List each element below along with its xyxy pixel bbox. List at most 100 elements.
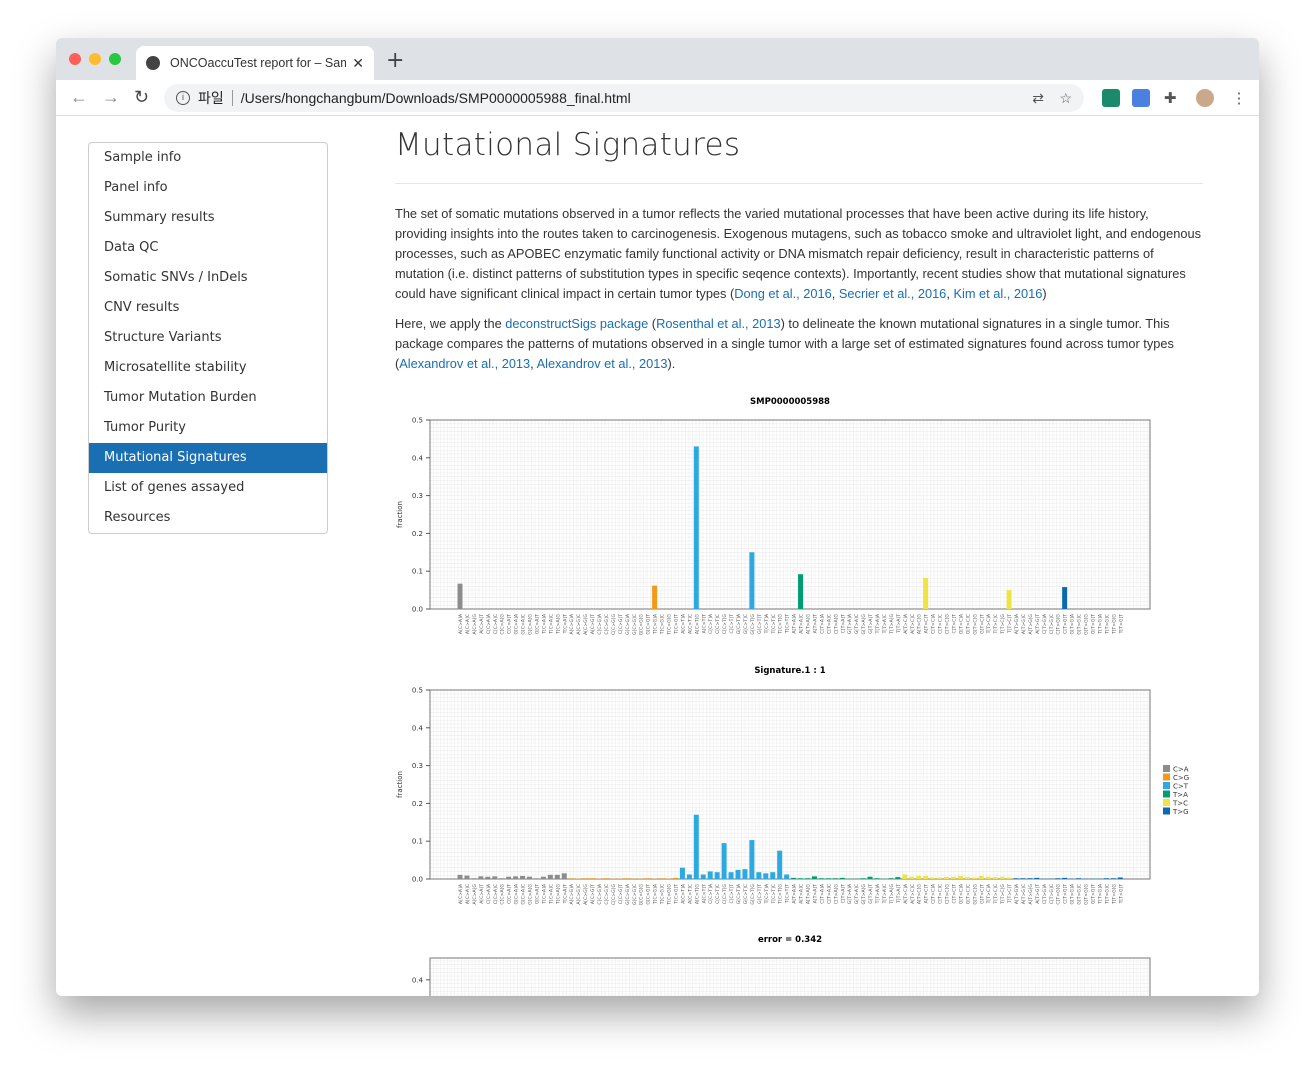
info-icon[interactable]: i — [176, 91, 190, 105]
x-tick-label: T[C>A]G — [555, 884, 561, 906]
x-tick-label: G[C>T]A — [736, 613, 742, 634]
bar — [867, 876, 873, 879]
translate-icon[interactable]: ⇄ — [1032, 90, 1044, 107]
minimize-window-button[interactable] — [89, 53, 101, 65]
bar — [916, 875, 922, 879]
sidebar-item-summary-results[interactable]: Summary results — [89, 203, 327, 233]
x-tick-label: A[T>C]T — [924, 614, 930, 634]
x-tick-label: T[T>G]T — [1118, 614, 1124, 635]
main-content: Mutational Signatures The set of somatic… — [395, 117, 1203, 996]
bar — [457, 874, 463, 879]
tab-title: ONCOaccuTest report for – Sam — [170, 56, 347, 70]
star-icon[interactable]: ☆ — [1059, 90, 1072, 107]
bar — [464, 875, 470, 879]
x-tick-label: A[T>C]T — [924, 884, 930, 904]
sidebar-item-sample-info[interactable]: Sample info — [89, 143, 327, 173]
sidebar-item-mutational-signatures[interactable]: Mutational Signatures — [89, 443, 327, 473]
sidebar-item-cnv-results[interactable]: CNV results — [89, 293, 327, 323]
browser-tab[interactable]: ONCOaccuTest report for – Sam ✕ — [136, 46, 374, 80]
legend-swatch — [1163, 765, 1170, 772]
x-tick-label: G[C>T]A — [736, 883, 742, 904]
menu-icon[interactable]: ⋮ — [1230, 89, 1248, 107]
x-tick-label: A[C>G]T — [590, 614, 596, 634]
x-tick-label: T[T>A]T — [896, 614, 902, 634]
citation-link[interactable]: Secrier et al., 2016 — [839, 286, 946, 301]
x-tick-label: C[T>G]G — [1056, 614, 1062, 635]
puzzle-icon[interactable]: ✚ — [1164, 89, 1182, 107]
x-tick-label: A[T>A]T — [812, 614, 818, 634]
x-tick-label: G[C>T]C — [743, 884, 749, 904]
avatar[interactable] — [1196, 89, 1214, 107]
x-tick-label: C[C>G]T — [618, 884, 624, 904]
sidebar-item-list-of-genes-assayed[interactable]: List of genes assayed — [89, 473, 327, 503]
x-tick-label: T[T>A]A — [875, 613, 881, 634]
page-content: Sample info Panel info Summary results Data… — [56, 117, 1259, 996]
close-tab-icon[interactable]: ✕ — [352, 55, 364, 72]
citation-link[interactable]: Alexandrov et al., 2013 — [537, 356, 668, 371]
bar — [742, 869, 748, 879]
extension-icon[interactable] — [1102, 89, 1120, 107]
x-tick-label: T[C>T]C — [771, 884, 777, 904]
url-scheme-label: 파일 — [198, 90, 224, 106]
y-tick-label: 0.2 — [412, 800, 423, 808]
sidebar-item-tumor-mutation-burden[interactable]: Tumor Mutation Burden — [89, 383, 327, 413]
x-tick-label: T[T>G]A — [1097, 883, 1103, 905]
bar — [520, 875, 526, 879]
x-tick-label: G[C>G]C — [632, 614, 638, 635]
x-tick-label: T[C>A]C — [548, 884, 554, 905]
x-tick-label: G[T>G]A — [1070, 883, 1076, 904]
citation-link[interactable]: Alexandrov et al., 2013 — [399, 356, 530, 371]
bar — [749, 840, 755, 879]
sidebar-item-microsatellite-stability[interactable]: Microsatellite stability — [89, 353, 327, 383]
bar — [818, 878, 824, 879]
x-tick-label: A[C>T]G — [694, 884, 700, 905]
forward-icon[interactable]: → — [102, 87, 120, 108]
x-tick-label: C[T>A]C — [826, 884, 832, 904]
sidebar-item-data-qc[interactable]: Data QC — [89, 233, 327, 263]
citation-link[interactable]: Kim et al., 2016 — [953, 286, 1042, 301]
citation-link[interactable]: Rosenthal et al., 2013 — [656, 316, 781, 331]
sidebar-item-somatic-snvs-indels[interactable]: Somatic SNVs / InDels — [89, 263, 327, 293]
legend-swatch — [1163, 790, 1170, 798]
x-tick-label: A[T>G]C — [1021, 614, 1027, 634]
citation-link[interactable]: Dong et al., 2016 — [734, 286, 831, 301]
x-tick-label: G[C>G]G — [639, 614, 645, 636]
x-tick-label: C[C>G]A — [597, 613, 603, 634]
x-tick-label: A[T>A]A — [792, 613, 798, 634]
x-tick-label: A[C>A]T — [479, 614, 485, 634]
sidebar-item-panel-info[interactable]: Panel info — [89, 173, 327, 203]
x-tick-label: C[C>T]G — [722, 884, 728, 905]
y-tick-label: 0.3 — [412, 492, 423, 500]
sidebar-item-structure-variants[interactable]: Structure Variants — [89, 323, 327, 353]
bar — [672, 877, 678, 879]
citation-link[interactable]: deconstructSigs package — [505, 316, 648, 331]
x-tick-label: G[C>G]A — [625, 883, 631, 905]
google-translate-icon[interactable] — [1132, 89, 1150, 107]
sidebar-item-tumor-purity[interactable]: Tumor Purity — [89, 413, 327, 443]
maximize-window-button[interactable] — [109, 53, 121, 65]
x-tick-label: G[T>G]T — [1090, 884, 1096, 904]
x-tick-label: G[T>A]C — [854, 884, 860, 904]
x-tick-label: A[C>T]A — [680, 883, 686, 904]
bar — [985, 876, 991, 879]
x-tick-label: G[T>C]G — [972, 614, 978, 635]
new-tab-button[interactable]: + — [386, 48, 404, 73]
x-tick-label: T[C>G]T — [673, 884, 679, 905]
url-bar[interactable]: i 파일 /Users/hongchangbum/Downloads/SMP00… — [164, 84, 1084, 112]
x-tick-label: T[C>A]T — [562, 614, 568, 635]
bar — [791, 877, 797, 879]
bar — [770, 872, 776, 879]
sidebar-item-resources[interactable]: Resources — [89, 503, 327, 533]
signature-charts: SMP0000005988 0.0 0.1 0.2 0.3 0.4 0.5 fraction A… — [396, 397, 1189, 996]
close-window-button[interactable] — [69, 53, 81, 65]
back-icon[interactable]: ← — [70, 87, 88, 108]
reload-icon[interactable]: ↻ — [134, 87, 149, 108]
x-tick-label: T[T>C]A — [986, 883, 992, 904]
x-tick-label: T[C>A]A — [541, 613, 547, 635]
x-tick-label: C[T>G]G — [1056, 884, 1062, 905]
x-tick-label: T[C>T]A — [764, 883, 770, 904]
x-tick-label: A[C>T]C — [687, 614, 693, 634]
bar — [561, 873, 567, 879]
x-tick-label: T[T>C]T — [1007, 614, 1013, 634]
bar — [1117, 877, 1123, 879]
